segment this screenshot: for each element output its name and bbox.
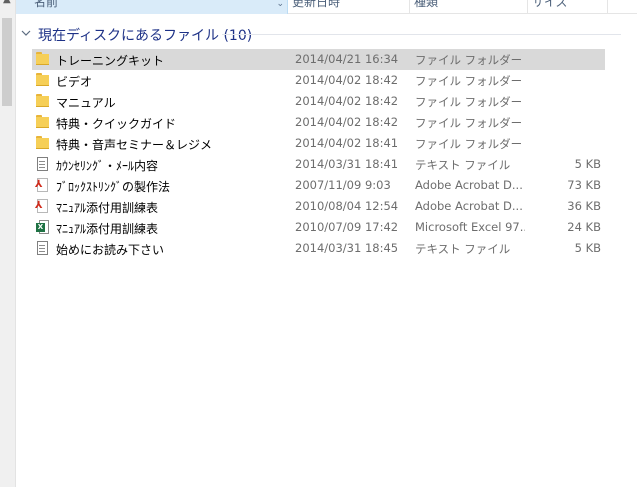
- file-name: トレーニングキット: [56, 54, 165, 68]
- column-header-date[interactable]: 更新日時: [288, 0, 410, 14]
- file-type: ファイル フォルダー: [415, 116, 523, 130]
- file-date: 2010/07/09 17:42: [295, 220, 399, 234]
- file-row[interactable]: 特典・クイックガイド 2014/04/02 18:42 ファイル フォルダー: [32, 112, 605, 133]
- file-type: ファイル フォルダー: [415, 137, 523, 151]
- file-date: 2014/03/31 18:41: [295, 157, 399, 171]
- group-title: 現在ディスクにあるファイル (10): [38, 28, 253, 44]
- file-date: 2014/04/02 18:42: [295, 94, 399, 108]
- file-row[interactable]: マニュアル 2014/04/02 18:42 ファイル フォルダー: [32, 91, 605, 112]
- file-name: ｶｳﾝｾﾘﾝｸﾞ・ﾒｰﾙ内容: [56, 159, 159, 173]
- file-list: トレーニングキット 2014/04/21 16:34 ファイル フォルダー ビデオ 20…: [32, 49, 605, 259]
- file-date: 2014/04/02 18:42: [295, 115, 399, 129]
- file-name: ﾌﾞﾛｯｸｽﾄﾘﾝｸﾞの製作法: [56, 180, 171, 194]
- column-header-type-label: 種類: [414, 0, 439, 9]
- file-name: マニュアル: [56, 96, 116, 110]
- scroll-up-arrow-icon[interactable]: ▲: [3, 0, 11, 5]
- file-date: 2010/08/04 12:54: [295, 199, 399, 213]
- column-header-type[interactable]: 種類: [410, 0, 528, 14]
- file-size: 36 KB: [567, 199, 601, 213]
- file-name: ﾏﾆｭｱﾙ添付用訓練表: [56, 222, 159, 236]
- file-size: 24 KB: [567, 220, 601, 234]
- column-header-name-label: 名前: [34, 0, 59, 9]
- group-divider: [222, 34, 621, 35]
- column-header-size[interactable]: サイズ: [528, 0, 608, 14]
- file-row[interactable]: ビデオ 2014/04/02 18:42 ファイル フォルダー: [32, 70, 605, 91]
- folder-icon: [36, 136, 50, 151]
- file-date: 2014/03/31 18:45: [295, 241, 399, 255]
- group-header[interactable]: 現在ディスクにあるファイル (10): [16, 24, 621, 44]
- file-row[interactable]: ⅄ ﾌﾞﾛｯｸｽﾄﾘﾝｸﾞの製作法 2007/11/09 9:03 Adobe Acr…: [32, 175, 605, 196]
- file-size: 5 KB: [574, 157, 601, 171]
- file-name: 特典・音声セミナー＆レジメ: [56, 138, 213, 152]
- file-row[interactable]: X ﾏﾆｭｱﾙ添付用訓練表 2010/07/09 17:42 Microsoft Ex…: [32, 217, 605, 238]
- file-name: 特典・クイックガイド: [56, 117, 177, 131]
- folder-icon: [36, 94, 50, 109]
- file-row[interactable]: ｶｳﾝｾﾘﾝｸﾞ・ﾒｰﾙ内容 2014/03/31 18:41 テキスト ファイル 5…: [32, 154, 605, 175]
- file-type: Adobe Acrobat D...: [415, 178, 523, 192]
- file-date: 2014/04/02 18:42: [295, 73, 399, 87]
- file-row[interactable]: 始めにお読み下さい 2014/03/31 18:45 テキスト ファイル 5 KB: [32, 238, 605, 259]
- file-row[interactable]: 特典・音声セミナー＆レジメ 2014/04/02 18:41 ファイル フォルダー: [32, 133, 605, 154]
- folder-icon: [36, 52, 50, 67]
- file-size: 5 KB: [574, 241, 601, 255]
- file-name: ビデオ: [56, 75, 93, 89]
- file-type: テキスト ファイル: [415, 158, 511, 172]
- file-date: 2007/11/09 9:03: [295, 178, 391, 192]
- folder-icon: [36, 73, 50, 88]
- file-size: 73 KB: [567, 178, 601, 192]
- file-row[interactable]: トレーニングキット 2014/04/21 16:34 ファイル フォルダー: [32, 49, 605, 70]
- file-row[interactable]: ⅄ ﾏﾆｭｱﾙ添付用訓練表 2010/08/04 12:54 Adobe Acroba…: [32, 196, 605, 217]
- navigation-pane-scrollbar[interactable]: ▲: [0, 0, 16, 487]
- pdf-file-icon: ⅄: [35, 178, 50, 193]
- file-name: 始めにお読み下さい: [56, 243, 165, 257]
- column-header-date-label: 更新日時: [292, 0, 341, 9]
- text-file-icon: [36, 157, 50, 172]
- file-type: Adobe Acrobat D...: [415, 199, 523, 213]
- file-type: Microsoft Excel 97...: [415, 220, 525, 234]
- column-header-name[interactable]: 名前 ⌄: [16, 0, 288, 14]
- file-type: ファイル フォルダー: [415, 53, 523, 67]
- excel-file-icon: X: [36, 220, 50, 235]
- file-name: ﾏﾆｭｱﾙ添付用訓練表: [56, 201, 159, 215]
- file-type: テキスト ファイル: [415, 242, 511, 256]
- column-header-size-label: サイズ: [532, 0, 568, 9]
- column-header-bar: 名前 ⌄ 更新日時 種類 サイズ: [16, 0, 637, 14]
- collapse-chevron-icon[interactable]: [21, 28, 31, 38]
- pdf-file-icon: ⅄: [35, 199, 50, 214]
- file-type: ファイル フォルダー: [415, 74, 523, 88]
- file-date: 2014/04/02 18:41: [295, 136, 399, 150]
- scrollbar-thumb[interactable]: [2, 18, 12, 106]
- folder-icon: [36, 115, 50, 130]
- text-file-icon: [36, 241, 50, 256]
- file-type: ファイル フォルダー: [415, 95, 523, 109]
- file-date: 2014/04/21 16:34: [295, 52, 399, 66]
- chevron-down-icon: ⌄: [276, 0, 284, 9]
